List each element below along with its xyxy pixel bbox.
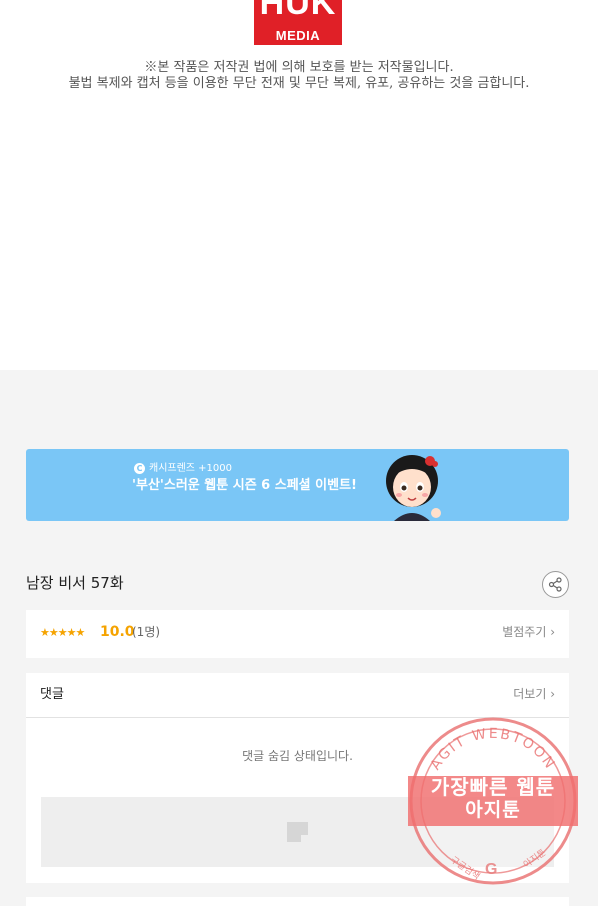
- google-logo-icon: G: [485, 861, 498, 878]
- banner-headline: '부산'스러운 웹툰 시즌 6 스페셜 이벤트!: [132, 478, 357, 493]
- star-rating-icon: ★★★★★: [40, 626, 85, 639]
- watermark-line1: 가장빠른 웹툰: [430, 775, 556, 799]
- cash-icon: C: [134, 463, 145, 474]
- mascot-character-icon: [386, 455, 441, 521]
- memo-icon: [287, 822, 308, 842]
- next-card: [26, 897, 569, 906]
- rating-count: (1명): [132, 625, 161, 639]
- logo-text-bottom: MEDIA: [275, 28, 321, 43]
- logo-text-top: HUK: [259, 0, 337, 22]
- banner-tag-label: 캐시프렌즈 +1000: [149, 462, 233, 474]
- episode-title: 남장 비서 57화: [26, 574, 124, 592]
- comments-title: 댓글: [40, 687, 64, 702]
- share-icon: [548, 577, 562, 592]
- viewer-end-area: HUK MEDIA ※본 작품은 저작권 법에 의해 보호를 받는 저작물입니다…: [0, 0, 598, 370]
- copyright-notice-line1: ※본 작품은 저작권 법에 의해 보호를 받는 저작물입니다.: [144, 60, 454, 75]
- event-banner[interactable]: C 캐시프렌즈 +1000 '부산'스러운 웹툰 시즌 6 스페셜 이벤트!: [26, 449, 569, 521]
- rate-button[interactable]: 별점주기 ›: [502, 626, 555, 638]
- banner-tag: C 캐시프렌즈 +1000: [134, 463, 232, 474]
- rating-score: 10.0: [100, 624, 135, 640]
- watermark-line2: 아지툰: [465, 799, 521, 821]
- rating-card: ★★★★★ 10.0 (1명) 별점주기 ›: [26, 610, 569, 658]
- comments-more-link[interactable]: 더보기 ›: [513, 688, 555, 700]
- copyright-notice-line2: 불법 복제와 캡처 등을 이용한 무단 전재 및 무단 복제, 유포, 공유하는…: [68, 76, 530, 91]
- publisher-logo: HUK MEDIA: [254, 0, 342, 45]
- comments-header: 댓글 더보기 ›: [26, 673, 569, 718]
- share-button[interactable]: [542, 571, 569, 598]
